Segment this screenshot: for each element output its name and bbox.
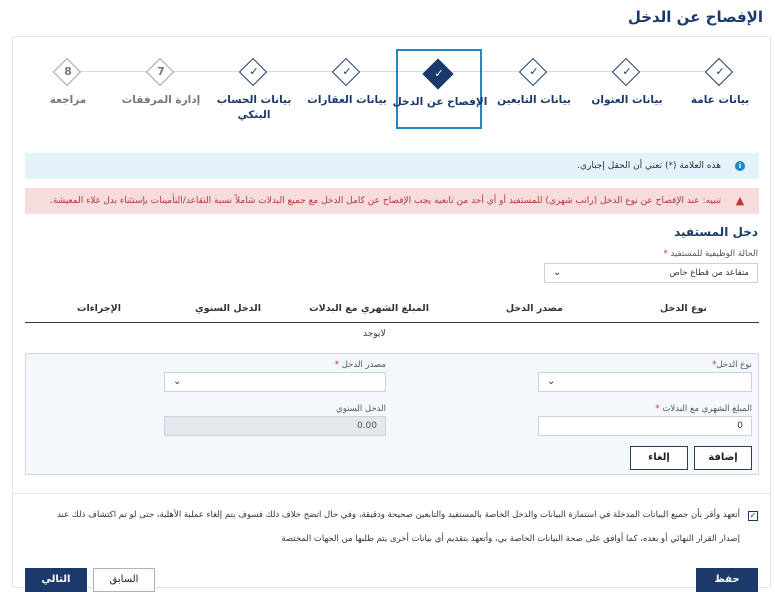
- step-general-info[interactable]: ✓ بيانات عامة: [678, 49, 762, 129]
- chevron-down-icon: ⌄: [173, 376, 182, 387]
- step-real-estate-info[interactable]: ✓ بيانات العقارات: [305, 49, 389, 129]
- employment-status-label: الحالة الوظيفية للمستفيد *: [663, 249, 758, 259]
- step-review[interactable]: 8 مراجعة: [26, 49, 110, 129]
- check-icon: ✓: [622, 65, 632, 78]
- income-source-select[interactable]: ⌄: [164, 372, 386, 392]
- chevron-down-icon: ⌄: [553, 267, 562, 278]
- step-address-info[interactable]: ✓ بيانات العنوان: [585, 49, 669, 129]
- check-icon: ✓: [342, 65, 352, 78]
- monthly-amount-input[interactable]: 0: [538, 416, 752, 436]
- previous-button[interactable]: السابق: [93, 568, 155, 592]
- step-label: بيانات التابعين: [497, 94, 571, 106]
- next-button[interactable]: التالي: [25, 568, 87, 592]
- add-income-button[interactable]: إضافة: [694, 446, 752, 470]
- check-icon: ✓: [434, 67, 444, 80]
- check-icon: ✓: [715, 65, 725, 78]
- warning-icon: ▲: [735, 194, 745, 207]
- info-alert: i هذه العلامة (*) تعني أن الحقل إجباري.: [25, 153, 759, 179]
- chevron-down-icon: ⌄: [547, 376, 556, 387]
- annual-income-input: 0.00: [164, 416, 386, 436]
- page-title: الإفصاح عن الدخل: [627, 8, 763, 26]
- info-icon: i: [735, 161, 745, 171]
- col-income-type: نوع الدخل: [660, 303, 707, 314]
- save-button[interactable]: حفظ: [696, 568, 758, 592]
- consent-checkbox[interactable]: ✓: [748, 511, 758, 521]
- consent-text: أتعهد وأقر بأن جميع البيانات المدخلة في …: [57, 510, 740, 544]
- step-bank-account-info[interactable]: ✓ بيانات الحساب البنكي: [212, 49, 296, 129]
- income-source-label: مصدر الدخل *: [334, 360, 386, 370]
- col-income-source: مصدر الدخل: [505, 303, 563, 314]
- monthly-amount-label: المبلغ الشهري مع البدلات *: [655, 404, 752, 414]
- col-annual-income: الدخل السنوي: [195, 303, 261, 314]
- step-label: بيانات الحساب البنكي: [216, 94, 292, 121]
- step-income-disclosure[interactable]: ✓ الإفصاح عن الدخل: [393, 49, 487, 129]
- step-label: مراجعة: [49, 94, 87, 106]
- step-number: 7: [157, 65, 165, 78]
- info-alert-text: هذه العلامة (*) تعني أن الحقل إجباري.: [577, 161, 721, 171]
- step-number: 8: [64, 65, 72, 78]
- cancel-income-button[interactable]: إلغاء: [630, 446, 688, 470]
- step-label: الإفصاح عن الدخل: [392, 96, 488, 108]
- check-icon: ✓: [249, 65, 259, 78]
- step-label: بيانات عامة: [690, 94, 750, 106]
- add-income-panel: نوع الدخل* ⌄ مصدر الدخل * ⌄ المبلغ الشهر…: [25, 353, 759, 475]
- warning-alert-text: تنبيه: عند الإفصاح عن نوع الدخل (راتب شه…: [49, 196, 721, 206]
- step-attachments[interactable]: 7 إدارة المرفقات: [119, 49, 203, 129]
- section-title: دخل المستفيد: [674, 225, 758, 239]
- income-type-label: نوع الدخل*: [712, 360, 752, 370]
- wizard-stepper: ✓ بيانات عامة ✓ بيانات العنوان ✓ بيانات …: [13, 37, 770, 143]
- step-label: إدارة المرفقات: [121, 94, 201, 106]
- col-monthly-amount: المبلغ الشهري مع البدلات: [309, 303, 429, 314]
- step-label: بيانات العقارات: [307, 94, 387, 106]
- check-icon: ✓: [529, 65, 539, 78]
- main-card: ✓ بيانات عامة ✓ بيانات العنوان ✓ بيانات …: [12, 36, 771, 592]
- step-dependents-info[interactable]: ✓ بيانات التابعين: [492, 49, 576, 129]
- employment-status-select[interactable]: متقاعد من قطاع خاص ⌄: [544, 263, 758, 283]
- income-table-header: نوع الدخل مصدر الدخل المبلغ الشهري مع ال…: [25, 301, 759, 323]
- annual-income-label: الدخل السنوي: [336, 404, 386, 414]
- col-actions: الإجراءات: [76, 303, 121, 314]
- income-type-select[interactable]: ⌄: [538, 372, 752, 392]
- table-empty-text: لايوجد: [363, 329, 386, 339]
- warning-alert: ▲ تنبيه: عند الإفصاح عن نوع الدخل (راتب …: [25, 188, 759, 214]
- divider: [13, 493, 770, 494]
- step-label: بيانات العنوان: [591, 94, 663, 106]
